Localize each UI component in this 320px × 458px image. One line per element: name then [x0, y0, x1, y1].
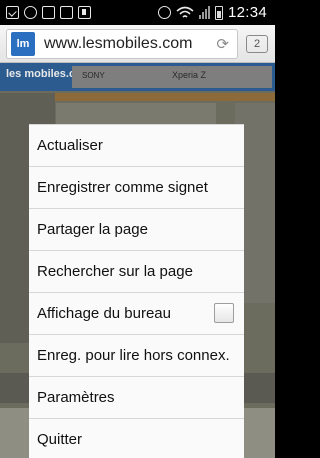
wifi-icon	[176, 6, 194, 18]
menu-item-label: Rechercher sur la page	[37, 263, 193, 280]
browser-options-menu: Actualiser Enregistrer comme signet Part…	[29, 124, 244, 458]
menu-item-save-offline[interactable]: Enreg. pour lire hors connex.	[29, 335, 244, 377]
website-nav	[55, 93, 275, 101]
menu-item-label: Enreg. pour lire hors connex.	[37, 347, 230, 364]
menu-item-save-bookmark[interactable]: Enregistrer comme signet	[29, 167, 244, 209]
menu-item-desktop-view[interactable]: Affichage du bureau	[29, 293, 244, 335]
phone-screen: 12:34 lm www.lesmobiles.com ⟳ 2 les mobi…	[0, 0, 275, 458]
tabs-button[interactable]: 2	[246, 34, 268, 53]
menu-item-refresh[interactable]: Actualiser	[29, 125, 244, 167]
settings-icon	[157, 6, 171, 19]
browser-toolbar: lm www.lesmobiles.com ⟳ 2	[0, 25, 275, 63]
menu-item-share-page[interactable]: Partager la page	[29, 209, 244, 251]
notification-icons	[0, 6, 91, 19]
battery-icon	[214, 5, 223, 20]
menu-item-settings[interactable]: Paramètres	[29, 377, 244, 419]
menu-item-label: Enregistrer comme signet	[37, 179, 208, 196]
menu-item-find-on-page[interactable]: Rechercher sur la page	[29, 251, 244, 293]
gallery-icon	[42, 6, 55, 19]
menu-item-exit[interactable]: Quitter	[29, 419, 244, 458]
menu-item-label: Quitter	[37, 430, 83, 448]
desktop-view-checkbox[interactable]	[214, 303, 234, 323]
search-icon	[24, 6, 37, 19]
menu-item-label: Partager la page	[37, 221, 148, 238]
ad-product: Xperia Z	[172, 70, 207, 80]
menu-item-label: Actualiser	[37, 137, 103, 154]
clock: 12:34	[227, 4, 267, 21]
download-icon	[78, 6, 91, 19]
system-icons: 12:34	[157, 4, 275, 21]
status-bar: 12:34	[0, 0, 275, 25]
menu-item-label: Affichage du bureau	[37, 305, 171, 322]
url-text[interactable]: www.lesmobiles.com	[44, 35, 192, 53]
menu-item-label: Paramètres	[37, 389, 115, 406]
reload-icon[interactable]: ⟳	[216, 35, 229, 53]
site-favicon: lm	[11, 31, 35, 56]
address-bar[interactable]: lm www.lesmobiles.com ⟳	[6, 28, 238, 59]
messaging-icon	[6, 6, 19, 19]
signal-icon	[198, 6, 210, 19]
email-icon	[60, 6, 73, 19]
ad-brand: SONY	[82, 71, 105, 80]
website-banner-ad: SONY Xperia Z	[72, 66, 272, 88]
website-header: les mobiles.com SONY Xperia Z	[0, 63, 275, 91]
